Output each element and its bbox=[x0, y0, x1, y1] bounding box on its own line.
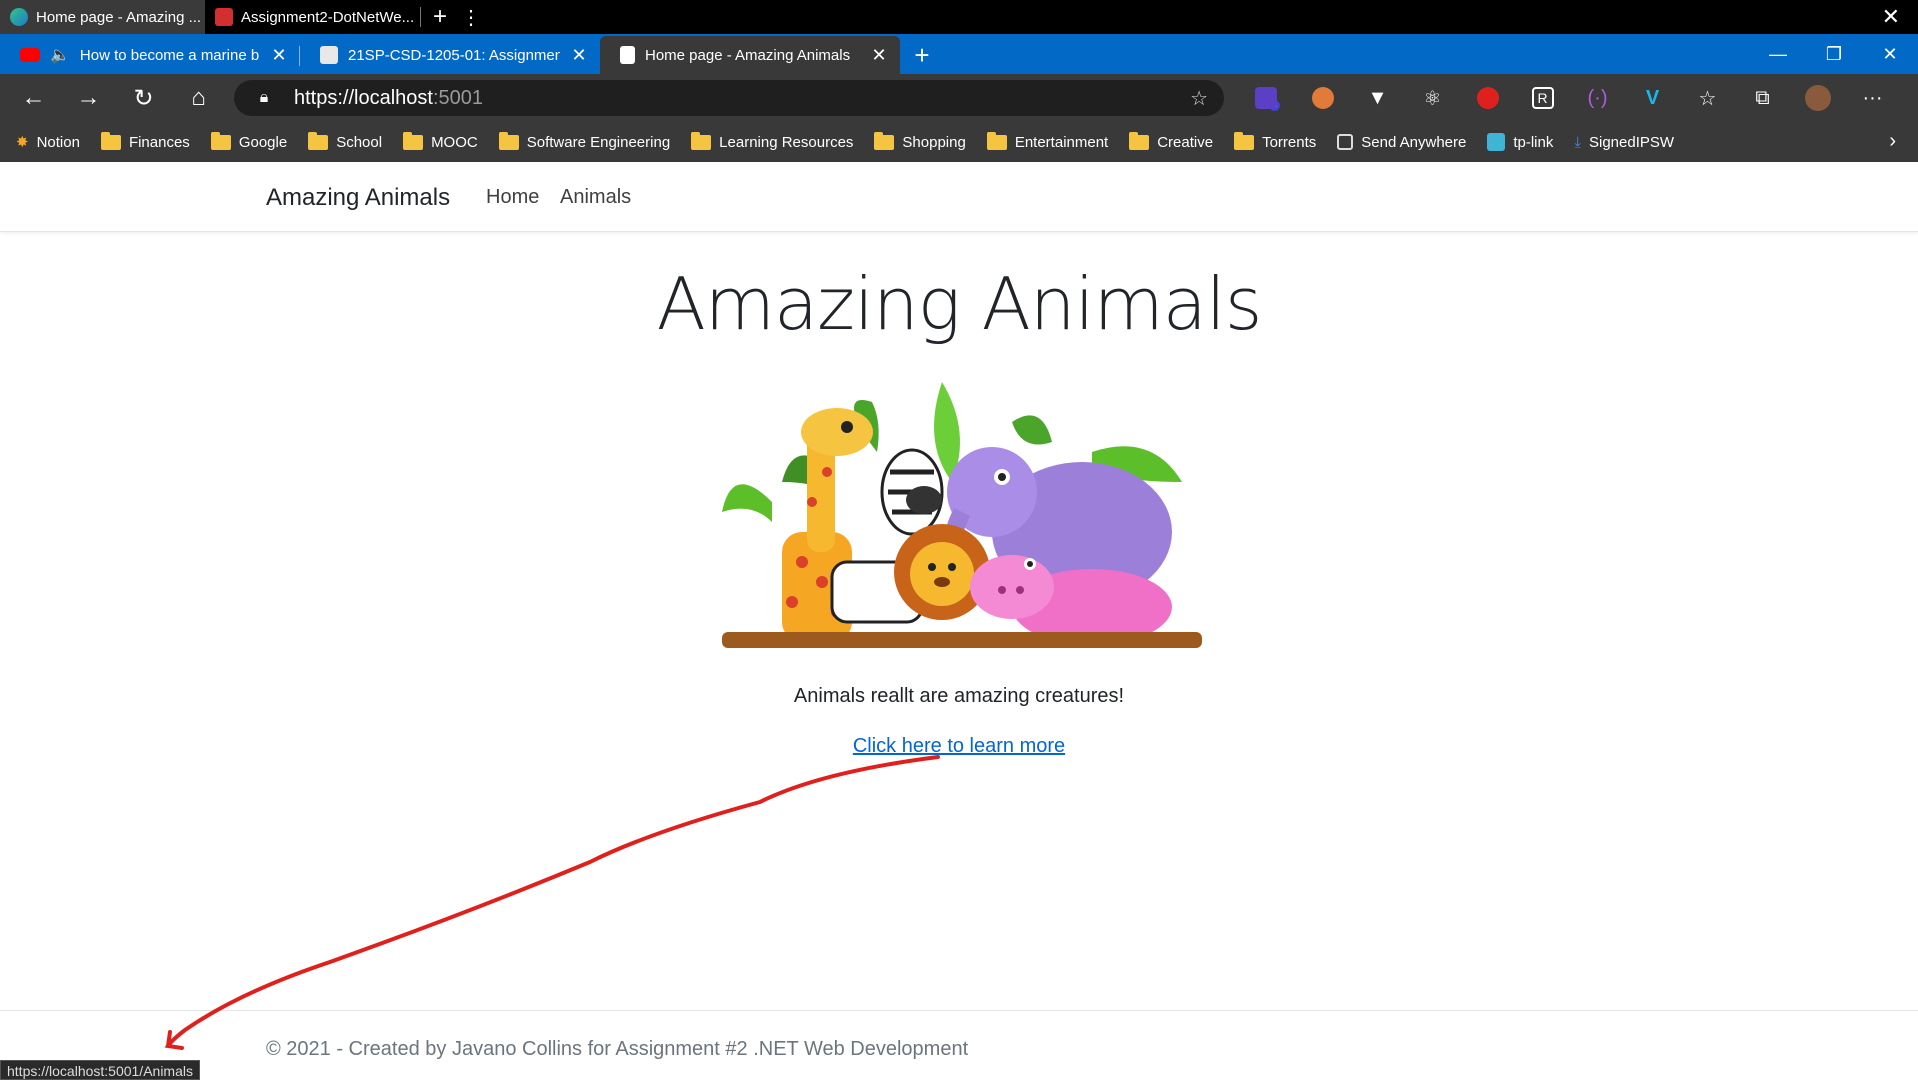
bookmark-label: School bbox=[336, 133, 383, 151]
document-icon bbox=[320, 46, 338, 64]
youtube-icon bbox=[20, 48, 40, 62]
close-window-button[interactable]: ✕ bbox=[1862, 34, 1918, 74]
extension-glasses-icon[interactable] bbox=[1295, 74, 1350, 122]
bookmark-creative[interactable]: Creative bbox=[1129, 131, 1214, 151]
bookmark-learning-resources[interactable]: Learning Resources bbox=[691, 131, 854, 151]
bookmark-label: Creative bbox=[1157, 133, 1214, 151]
os-tab-assignment[interactable]: Assignment2-DotNetWe... bbox=[205, 0, 420, 34]
os-new-tab-button[interactable]: + bbox=[421, 0, 459, 34]
new-tab-button[interactable]: + bbox=[900, 36, 944, 74]
adblock-icon[interactable] bbox=[1460, 74, 1515, 122]
bookmark-signedipsw[interactable]: ⤓ SignedIPSW bbox=[1574, 134, 1674, 151]
bookmark-label: Shopping bbox=[902, 133, 966, 151]
extension-r-icon[interactable]: R bbox=[1515, 74, 1570, 122]
os-more-icon[interactable]: ⋮ bbox=[459, 0, 483, 34]
restore-button[interactable]: ❐ bbox=[1806, 34, 1862, 74]
bookmark-label: Entertainment bbox=[1014, 133, 1109, 151]
bookmark-label: MOOC bbox=[431, 133, 478, 151]
folder-icon bbox=[308, 131, 329, 150]
os-tab-home[interactable]: Home page - Amazing ... bbox=[0, 0, 205, 34]
forward-button[interactable]: → bbox=[61, 74, 116, 122]
extension-signal-icon[interactable]: (·) bbox=[1570, 74, 1625, 122]
folder-icon bbox=[1129, 131, 1150, 150]
extension-badge-icon[interactable]: 6 bbox=[1240, 74, 1295, 122]
extension-v-icon[interactable]: ▼ bbox=[1350, 74, 1405, 122]
window-controls: — ❐ ✕ bbox=[1750, 34, 1918, 74]
bookmark-google[interactable]: Google bbox=[210, 131, 288, 151]
bookmark-label: tp-link bbox=[1513, 133, 1554, 151]
address-bar[interactable]: 🔒︎ https://localhost:5001 ☆ bbox=[234, 80, 1224, 116]
folder-icon bbox=[403, 131, 424, 150]
page-icon bbox=[620, 46, 635, 64]
browser-toolbar: ← → ↻ ⌂ 🔒︎ https://localhost:5001 ☆ 6 ▼ … bbox=[0, 74, 1918, 122]
react-devtools-icon[interactable]: ⚛ bbox=[1405, 74, 1460, 122]
speaker-icon[interactable]: 🔈 bbox=[50, 45, 70, 65]
bookmark-label: Finances bbox=[128, 133, 190, 151]
extensions-row: 6 ▼ ⚛ R (·) V ☆ ⧉ ··· bbox=[1240, 74, 1900, 122]
favorites-icon[interactable]: ☆ bbox=[1680, 74, 1735, 122]
os-tab-title: Assignment2-DotNetWe... bbox=[241, 8, 415, 26]
tab-title: 21SP-CSD-1205-01: Assignment bbox=[348, 46, 560, 64]
bookmark-label: Torrents bbox=[1262, 133, 1317, 151]
tab-youtube[interactable]: 🔈 How to become a marine b ✕ bbox=[0, 36, 300, 74]
minimize-button[interactable]: — bbox=[1750, 34, 1806, 74]
bookmark-mooc[interactable]: MOOC bbox=[403, 131, 478, 151]
tplink-icon bbox=[1487, 133, 1506, 151]
folder-icon bbox=[986, 131, 1007, 150]
profile-avatar[interactable] bbox=[1790, 74, 1845, 122]
back-button[interactable]: ← bbox=[6, 74, 61, 122]
tab-title: How to become a marine b bbox=[79, 46, 260, 64]
refresh-button[interactable]: ↻ bbox=[116, 74, 171, 122]
download-icon: ⤓ bbox=[1574, 133, 1581, 151]
tab-home-page[interactable]: Home page - Amazing Animals ✕ bbox=[600, 36, 900, 74]
bookmark-software-engineering[interactable]: Software Engineering bbox=[498, 131, 671, 151]
bookmark-label: Learning Resources bbox=[719, 133, 854, 151]
tab-title: Home page - Amazing Animals bbox=[645, 46, 851, 64]
lock-icon[interactable]: 🔒︎ bbox=[252, 89, 276, 107]
home-button[interactable]: ⌂ bbox=[171, 74, 226, 122]
bookmark-entertainment[interactable]: Entertainment bbox=[986, 131, 1109, 151]
close-tab-icon[interactable]: ✕ bbox=[570, 45, 588, 66]
os-tab-strip: Home page - Amazing ... Assignment2-DotN… bbox=[0, 0, 1918, 34]
bookmark-label: Send Anywhere bbox=[1361, 133, 1467, 151]
bookmark-tp-link[interactable]: tp-link bbox=[1487, 133, 1553, 151]
add-favorite-icon[interactable]: ☆ bbox=[1190, 86, 1208, 111]
os-tab-title: Home page - Amazing ... bbox=[36, 8, 202, 26]
bookmark-school[interactable]: School bbox=[308, 131, 383, 151]
collections-icon[interactable]: ⧉ bbox=[1735, 74, 1790, 122]
chevron-right-icon[interactable]: › bbox=[1889, 130, 1896, 153]
bookmark-notion[interactable]: ✸ Notion bbox=[16, 133, 80, 152]
browser-tab-bar: 🔈 How to become a marine b ✕ 21SP-CSD-12… bbox=[0, 34, 1918, 74]
annotation-arrow bbox=[164, 755, 940, 1050]
url-host: https://localhost bbox=[294, 86, 433, 109]
tab-assignment[interactable]: 21SP-CSD-1205-01: Assignment ✕ bbox=[300, 36, 600, 74]
bookmarks-bar: ✸ Notion Finances Google School MOOC Soft… bbox=[0, 122, 1918, 162]
bookmark-send-anywhere[interactable]: Send Anywhere bbox=[1337, 134, 1466, 151]
bookmark-label: Software Engineering bbox=[526, 133, 671, 151]
folder-icon bbox=[1234, 131, 1255, 150]
vimeo-icon[interactable]: V bbox=[1625, 74, 1680, 122]
os-close-button[interactable]: ✕ bbox=[1882, 4, 1900, 30]
bookmark-label: Notion bbox=[36, 133, 80, 151]
folder-icon bbox=[100, 131, 121, 150]
bookmark-label: SignedIPSW bbox=[1589, 133, 1675, 151]
bookmark-torrents[interactable]: Torrents bbox=[1234, 131, 1317, 151]
pdf-icon bbox=[215, 8, 233, 26]
close-tab-icon[interactable]: ✕ bbox=[270, 45, 288, 66]
folder-icon bbox=[210, 131, 231, 150]
bookmark-shopping[interactable]: Shopping bbox=[874, 131, 966, 151]
folder-icon bbox=[498, 131, 519, 150]
url-port: :5001 bbox=[432, 86, 484, 109]
bookmark-finances[interactable]: Finances bbox=[100, 131, 190, 151]
send-icon bbox=[1337, 134, 1354, 150]
close-tab-icon[interactable]: ✕ bbox=[870, 45, 888, 66]
bookmark-label: Google bbox=[238, 133, 288, 151]
sun-icon: ✸ bbox=[16, 134, 29, 151]
more-menu-icon[interactable]: ··· bbox=[1845, 74, 1900, 122]
folder-icon bbox=[874, 131, 895, 150]
edge-icon bbox=[10, 8, 28, 26]
web-page: Amazing Animals Home Animals Amazing Ani… bbox=[0, 162, 1918, 1080]
folder-icon bbox=[691, 131, 712, 150]
